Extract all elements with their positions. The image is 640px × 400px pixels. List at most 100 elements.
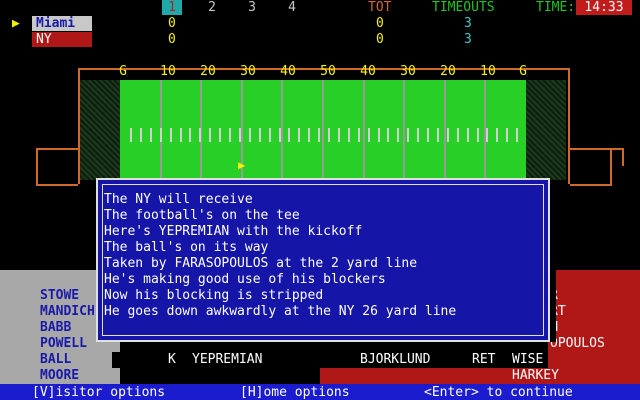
home-q1-score: 0	[168, 32, 176, 47]
yard-line	[444, 80, 446, 180]
away-q1-score: 0	[168, 16, 176, 31]
hash-mark	[239, 128, 241, 142]
quarter-1-header: 1	[162, 0, 182, 15]
play-message-line: The NY will receive	[104, 192, 253, 207]
home-player: HARKEY	[512, 368, 559, 383]
hash-mark	[288, 128, 290, 142]
visitor-player: POWELL	[40, 336, 87, 351]
hash-mark	[130, 128, 132, 142]
hash-mark	[358, 128, 360, 142]
hash-mark	[170, 128, 172, 142]
yard-label-goal-left: G	[119, 64, 127, 79]
timeouts-label: TIMEOUTS	[432, 0, 495, 15]
visitor-player: STOWE	[40, 288, 80, 303]
hash-mark	[407, 128, 409, 142]
team-home-name: NY	[32, 32, 92, 47]
kicker-name: YEPREMIAN	[192, 352, 263, 367]
continue-button[interactable]: <Enter> to continue	[424, 385, 573, 400]
yard-label: 30	[240, 64, 256, 79]
blocker-name: BJORKLUND	[360, 352, 431, 367]
hash-mark	[477, 128, 479, 142]
total-label: TOT	[368, 0, 392, 15]
hash-mark	[516, 128, 518, 142]
hash-mark	[140, 128, 142, 142]
hash-mark	[338, 128, 340, 142]
ball-position-marker: ▶	[238, 158, 246, 172]
hash-mark	[417, 128, 419, 142]
hash-mark	[219, 128, 221, 142]
hash-mark	[387, 128, 389, 142]
visitor-options-button[interactable]: [V]isitor options	[32, 385, 165, 400]
yard-label-goal-right: G	[519, 64, 527, 79]
team-away-name: Miami	[32, 16, 92, 31]
quarter-2-header: 2	[208, 0, 216, 15]
yard-label: 40	[280, 64, 296, 79]
home-total-score: 0	[376, 32, 384, 47]
yard-label-midfield: 50	[320, 64, 336, 79]
visitor-player: BABB	[40, 320, 72, 335]
home-player: OPOULOS	[550, 336, 605, 351]
yard-line	[363, 80, 365, 180]
hash-mark	[496, 128, 498, 142]
yard-line	[281, 80, 283, 180]
hash-mark	[229, 128, 231, 142]
hash-mark	[259, 128, 261, 142]
quarter-3-header: 3	[248, 0, 256, 15]
play-message-line: He's making good use of his blockers	[104, 272, 386, 287]
returner-name: WISE	[512, 352, 544, 367]
hash-mark	[328, 128, 330, 142]
play-message-line: He goes down awkwardly at the NY 26 yard…	[104, 304, 457, 319]
home-roster-panel	[548, 270, 640, 384]
hash-mark	[269, 128, 271, 142]
away-total-score: 0	[376, 16, 384, 31]
visitor-player: BALL	[40, 352, 72, 367]
yard-label: 10	[160, 64, 176, 79]
play-message-line: Now his blocking is stripped	[104, 288, 324, 303]
hash-mark	[249, 128, 251, 142]
hash-mark	[318, 128, 320, 142]
kicker-label: K	[168, 352, 176, 367]
endzone-right	[526, 80, 566, 180]
hash-mark	[199, 128, 201, 142]
hash-mark	[486, 128, 488, 142]
home-bottom-band	[320, 368, 640, 384]
returner-label: RET	[472, 352, 496, 367]
hash-mark	[397, 128, 399, 142]
yard-label: 20	[200, 64, 216, 79]
yard-line	[322, 80, 324, 180]
hash-mark	[308, 128, 310, 142]
goalpost-right-upright	[596, 148, 624, 166]
yard-line	[403, 80, 405, 180]
hash-mark	[457, 128, 459, 142]
game-clock: 14:33	[576, 0, 632, 15]
play-message-line: Here's YEPREMIAN with the kickoff	[104, 224, 363, 239]
home-options-button[interactable]: [H]ome options	[240, 385, 350, 400]
play-message-line: The ball's on its way	[104, 240, 269, 255]
possession-arrow: ▶	[12, 16, 20, 31]
yard-label: 40	[360, 64, 376, 79]
yard-label: 20	[440, 64, 456, 79]
play-message-line: The football's on the tee	[104, 208, 300, 223]
quarter-4-header: 4	[288, 0, 296, 15]
hash-mark	[209, 128, 211, 142]
yard-label: 30	[400, 64, 416, 79]
hash-mark	[279, 128, 281, 142]
time-label: TIME:	[536, 0, 576, 15]
hash-mark	[180, 128, 182, 142]
hash-mark	[437, 128, 439, 142]
home-timeouts: 3	[464, 32, 472, 47]
hash-mark	[467, 128, 469, 142]
visitor-player: MANDICH	[40, 304, 95, 319]
hash-mark	[160, 128, 162, 142]
visitor-player: MOORE	[40, 368, 80, 383]
hash-mark	[378, 128, 380, 142]
hash-mark	[298, 128, 300, 142]
hash-mark	[368, 128, 370, 142]
goalpost-left	[36, 148, 78, 186]
hash-mark	[189, 128, 191, 142]
endzone-left	[80, 80, 120, 180]
play-message-line: Taken by FARASOPOULOS at the 2 yard line	[104, 256, 418, 271]
hash-mark	[150, 128, 152, 142]
away-timeouts: 3	[464, 16, 472, 31]
hash-mark	[506, 128, 508, 142]
